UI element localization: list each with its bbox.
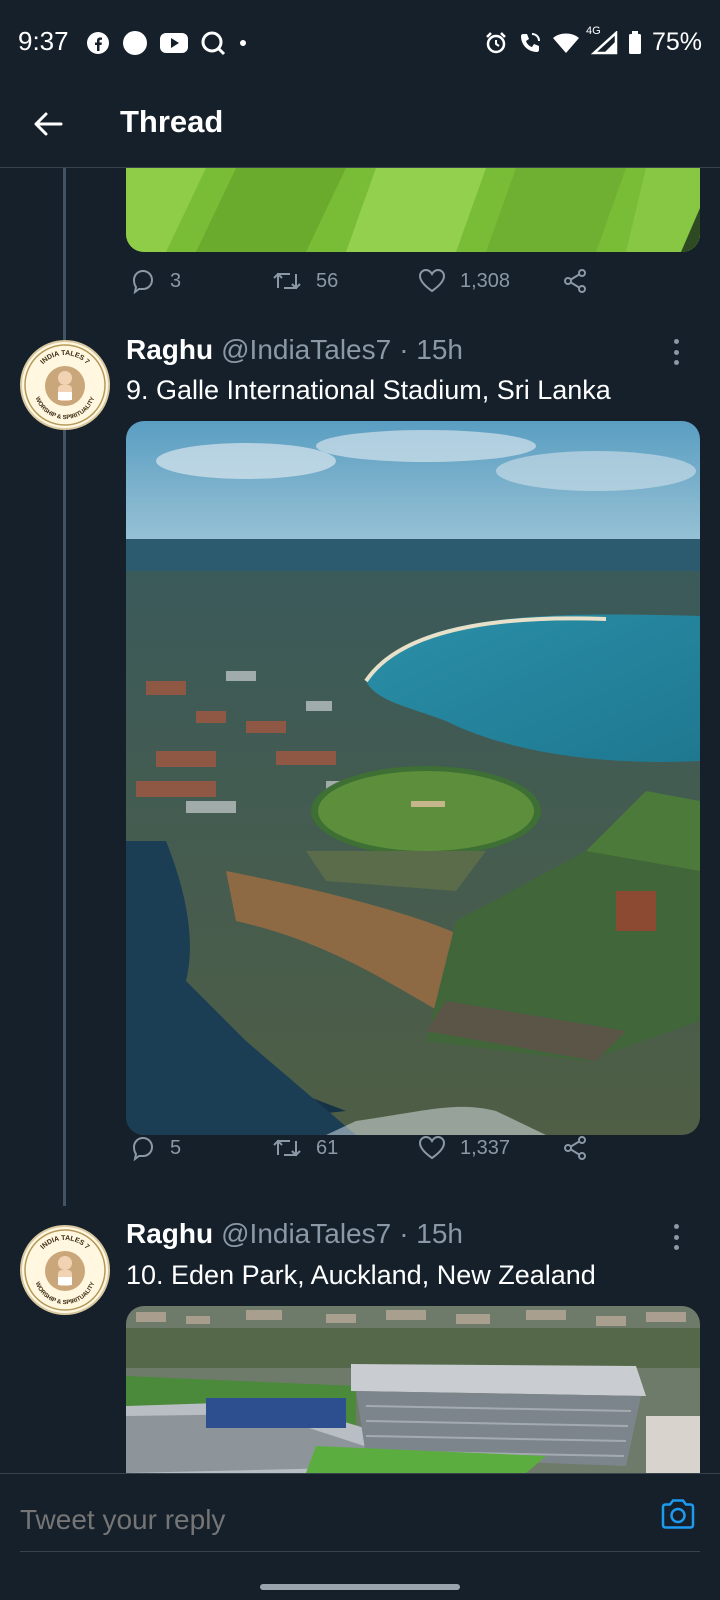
retweet-count: 56 [316, 269, 339, 292]
camera-button[interactable] [660, 1498, 696, 1535]
more-options-button[interactable] [670, 339, 682, 365]
retweet-icon [273, 1139, 301, 1157]
alarm-icon [486, 31, 506, 53]
thread-connector [63, 428, 66, 1206]
dot-icon [240, 40, 246, 46]
tweet-image-galle-stadium[interactable] [126, 421, 700, 1135]
reply-icon [132, 1136, 154, 1161]
share-icon [564, 269, 586, 293]
avatar[interactable]: INDIA TALES 7 WORSHIP & SPIRITUALITY [20, 1225, 110, 1315]
thread-connector [63, 168, 66, 340]
like-button[interactable]: 1,308 [418, 268, 510, 294]
retweet-icon [273, 272, 301, 290]
tweet-image-eden-park[interactable] [126, 1306, 700, 1473]
status-time: 9:37 [18, 26, 69, 56]
author-name[interactable]: Raghu [126, 1218, 213, 1250]
reply-divider [20, 1551, 700, 1552]
author-handle[interactable]: @IndiaTales7 [221, 1218, 391, 1250]
avatar[interactable]: INDIA TALES 7 WORSHIP & SPIRITUALITY [20, 340, 110, 430]
signal-icon: 4G [586, 25, 618, 55]
search-app-icon [201, 31, 226, 56]
youtube-icon [160, 33, 188, 53]
tweet-actions: 3 56 1,308 [126, 268, 596, 308]
circle-icon [123, 31, 147, 55]
tweet-time: · 15h [399, 334, 464, 365]
notification-icons [86, 30, 248, 56]
page-title: Thread [120, 104, 224, 139]
retweet-count: 61 [316, 1136, 339, 1159]
retweet-button[interactable]: 56 [272, 268, 338, 294]
tweet-header: Raghu @IndiaTales7 · 15h [126, 334, 463, 366]
network-label: 4G [585, 24, 601, 37]
reply-count: 3 [170, 269, 182, 292]
facebook-icon [87, 32, 109, 54]
author-handle[interactable]: @IndiaTales7 [221, 334, 391, 366]
arrow-left-icon [34, 112, 63, 136]
more-options-button[interactable] [670, 1224, 682, 1250]
battery-percent: 75% [651, 28, 702, 56]
tweet-actions: 5 61 1,337 [126, 1135, 596, 1175]
retweet-button[interactable]: 61 [272, 1135, 338, 1161]
wifi-icon [552, 33, 579, 53]
reply-bar [0, 1473, 720, 1600]
author-name[interactable]: Raghu [126, 334, 213, 366]
home-indicator[interactable] [260, 1584, 460, 1590]
tweet-header: Raghu @IndiaTales7 · 15h [126, 1218, 463, 1250]
like-count: 1,308 [460, 269, 511, 292]
battery-icon [628, 30, 641, 54]
tweet-text: 10. Eden Park, Auckland, New Zealand [126, 1260, 596, 1290]
share-icon [564, 1136, 586, 1160]
heart-icon [418, 268, 446, 293]
status-bar: 9:37 4G 75% [0, 0, 720, 86]
heart-icon [418, 1135, 446, 1160]
reply-button[interactable]: 3 [130, 268, 181, 294]
reply-icon [132, 269, 154, 294]
top-app-bar: Thread [0, 86, 720, 168]
tweet-time: · 15h [399, 1218, 464, 1249]
camera-icon [661, 1499, 695, 1529]
share-button[interactable] [562, 1135, 588, 1161]
like-count: 1,337 [460, 1136, 511, 1159]
back-button[interactable] [28, 104, 68, 144]
reply-count: 5 [170, 1136, 182, 1159]
system-icons: 4G 75% [484, 25, 702, 57]
tweet-image-cricket-pitch[interactable] [126, 168, 700, 252]
like-button[interactable]: 1,337 [418, 1135, 510, 1161]
tweet-text: 9. Galle International Stadium, Sri Lank… [126, 375, 611, 405]
reply-button[interactable]: 5 [130, 1135, 181, 1161]
wifi-call-icon [520, 32, 540, 52]
share-button[interactable] [562, 268, 588, 294]
reply-input[interactable] [20, 1498, 640, 1542]
